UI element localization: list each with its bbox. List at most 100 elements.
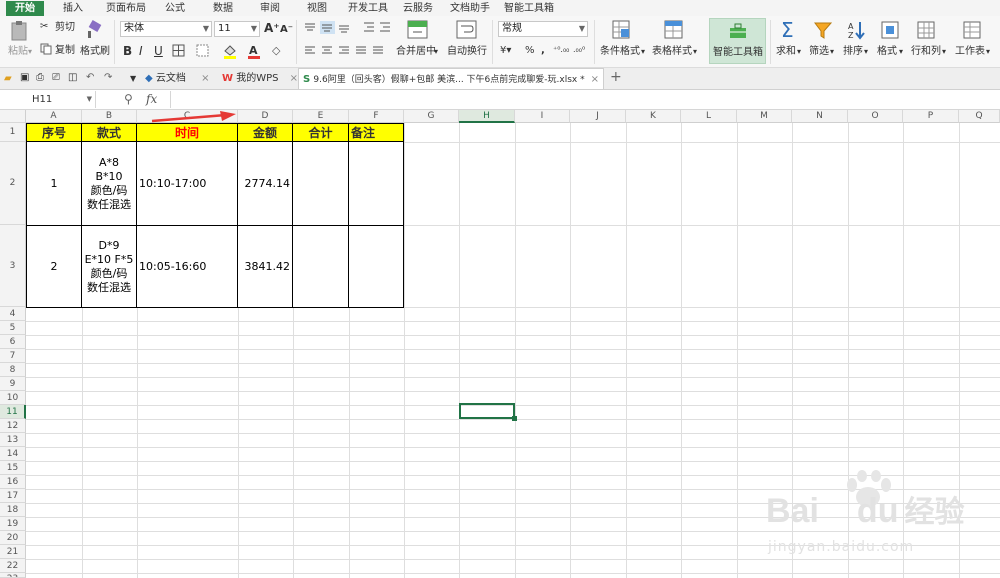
row-header[interactable]: 5 — [0, 321, 26, 335]
comma-icon[interactable]: , — [541, 45, 545, 57]
copy-button[interactable]: 复制 — [55, 45, 75, 57]
row-header[interactable]: 7 — [0, 349, 26, 363]
active-cell-h11[interactable] — [459, 403, 517, 421]
row-col-icon[interactable] — [916, 20, 936, 40]
print-preview-icon[interactable]: ◫ — [68, 72, 77, 84]
increase-font-icon[interactable]: A⁺ — [264, 22, 280, 34]
menu-tab-home[interactable]: 开始 — [6, 1, 44, 16]
name-box[interactable]: H11 ▼ — [0, 91, 96, 108]
worksheet-button[interactable]: 工作表 — [955, 46, 985, 58]
cell-note[interactable] — [348, 225, 404, 308]
row-header[interactable]: 22 — [0, 559, 26, 573]
menu-tab-cloud[interactable]: 云服务 — [398, 1, 438, 16]
format-cells-icon[interactable] — [880, 20, 900, 40]
cell-style[interactable]: A*8 B*10 颜色/码 数任混选 — [81, 141, 137, 226]
clear-format-icon[interactable]: ◇ — [272, 45, 280, 57]
sum-button[interactable]: 求和 — [776, 46, 796, 58]
close-icon[interactable]: × — [201, 73, 209, 84]
row-header[interactable]: 1 — [0, 123, 26, 142]
menu-tab-insert[interactable]: 插入 — [56, 1, 90, 16]
conditional-format-button[interactable]: 条件格式 — [600, 46, 640, 58]
font-size-combo[interactable]: 11 ▼ — [214, 21, 260, 37]
format-button[interactable]: 格式 — [877, 46, 897, 58]
row-header[interactable]: 15 — [0, 461, 26, 475]
sort-button[interactable]: 排序 — [843, 46, 863, 58]
vertical-align-icons[interactable] — [303, 21, 359, 35]
smart-toolbox-button[interactable]: 智能工具箱 — [709, 18, 766, 64]
row-header[interactable]: 20 — [0, 531, 26, 545]
row-header[interactable]: 11 — [0, 405, 26, 419]
col-header-b[interactable]: B — [82, 110, 137, 123]
worksheet-icon[interactable] — [962, 20, 982, 40]
save-icon[interactable]: ▣ — [20, 72, 29, 84]
menu-tab-review[interactable]: 审阅 — [255, 1, 285, 16]
quick-access-dropdown-icon[interactable]: ▼ — [130, 73, 136, 85]
menu-tab-formulas[interactable]: 公式 — [160, 1, 190, 16]
col-header-n[interactable]: N — [792, 110, 848, 123]
tab-cloud-doc[interactable]: ◆ 云文档 × — [145, 68, 217, 89]
filter-icon[interactable] — [813, 20, 833, 40]
header-cell-amount[interactable]: 金额 — [237, 123, 293, 142]
cell-time[interactable]: 10:05-16:60 — [136, 225, 238, 308]
border-icon[interactable] — [172, 44, 186, 58]
number-format-combo[interactable]: 常规 ▼ — [498, 21, 588, 37]
cell-no[interactable]: 2 — [26, 225, 82, 308]
chevron-down-icon[interactable]: ▾ — [434, 46, 438, 58]
menu-tab-developer[interactable]: 开发工具 — [344, 1, 392, 16]
col-header-a[interactable]: A — [26, 110, 82, 123]
row-header[interactable]: 23 — [0, 573, 26, 578]
format-painter-button[interactable]: 格式刷 — [80, 46, 110, 58]
tab-my-wps[interactable]: W 我的WPS × — [222, 68, 298, 89]
percent-icon[interactable]: % — [525, 45, 535, 57]
close-icon[interactable]: × — [591, 69, 599, 89]
chevron-down-icon[interactable]: ▾ — [641, 46, 645, 58]
row-header[interactable]: 2 — [0, 142, 26, 225]
menu-tab-data[interactable]: 数据 — [208, 1, 238, 16]
row-header[interactable]: 4 — [0, 307, 26, 321]
menu-tab-view[interactable]: 视图 — [302, 1, 332, 16]
cut-button[interactable]: 剪切 — [55, 22, 75, 34]
decrease-decimal-icon[interactable]: .₀₀⁰ — [573, 44, 585, 56]
paste-dropdown-icon[interactable]: ▾ — [28, 46, 32, 58]
close-icon[interactable]: × — [290, 73, 298, 84]
redo-icon[interactable]: ↷ — [104, 72, 112, 84]
merge-center-button[interactable]: 合并居中 — [396, 46, 436, 58]
col-header-m[interactable]: M — [737, 110, 792, 123]
menu-tab-doc-assistant[interactable]: 文档助手 — [448, 1, 492, 16]
col-header-h[interactable]: H — [459, 110, 515, 123]
chevron-down-icon[interactable]: ▾ — [986, 46, 990, 58]
decrease-font-icon[interactable]: A⁻ — [280, 24, 293, 36]
open-folder-icon[interactable]: ▰ — [4, 73, 12, 85]
row-header[interactable]: 13 — [0, 433, 26, 447]
row-col-button[interactable]: 行和列 — [911, 46, 941, 58]
export-icon[interactable]: ⎙ — [36, 72, 44, 84]
row-header[interactable]: 8 — [0, 363, 26, 377]
chevron-down-icon[interactable]: ▾ — [864, 46, 868, 58]
wrap-text-icon[interactable] — [456, 20, 478, 40]
row-header[interactable]: 17 — [0, 489, 26, 503]
table-style-button[interactable]: 表格样式 — [652, 46, 692, 58]
row-header[interactable]: 14 — [0, 447, 26, 461]
cell-style-icon[interactable] — [196, 44, 210, 58]
cell-total[interactable] — [292, 141, 349, 226]
row-header[interactable]: 3 — [0, 225, 26, 307]
col-header-o[interactable]: O — [848, 110, 903, 123]
row-header[interactable]: 18 — [0, 503, 26, 517]
col-header-k[interactable]: K — [626, 110, 681, 123]
increase-decimal-icon[interactable]: ⁺⁰.₀₀ — [553, 44, 569, 56]
merge-center-icon[interactable] — [407, 20, 429, 40]
col-header-e[interactable]: E — [293, 110, 349, 123]
header-cell-style[interactable]: 款式 — [81, 123, 137, 142]
select-all-corner[interactable] — [0, 110, 26, 123]
fill-color-icon[interactable] — [222, 43, 238, 59]
col-header-g[interactable]: G — [404, 110, 459, 123]
sort-icon[interactable]: AZ — [846, 20, 866, 40]
cell-note[interactable] — [348, 141, 404, 226]
underline-icon[interactable]: U — [154, 45, 163, 57]
indent-icons[interactable] — [362, 21, 392, 35]
horizontal-align-icons[interactable] — [303, 44, 389, 58]
row-header[interactable]: 21 — [0, 545, 26, 559]
chevron-down-icon[interactable]: ▾ — [797, 46, 801, 58]
cell-total[interactable] — [292, 225, 349, 308]
menu-tab-smart-toolbox[interactable]: 智能工具箱 — [500, 1, 558, 16]
